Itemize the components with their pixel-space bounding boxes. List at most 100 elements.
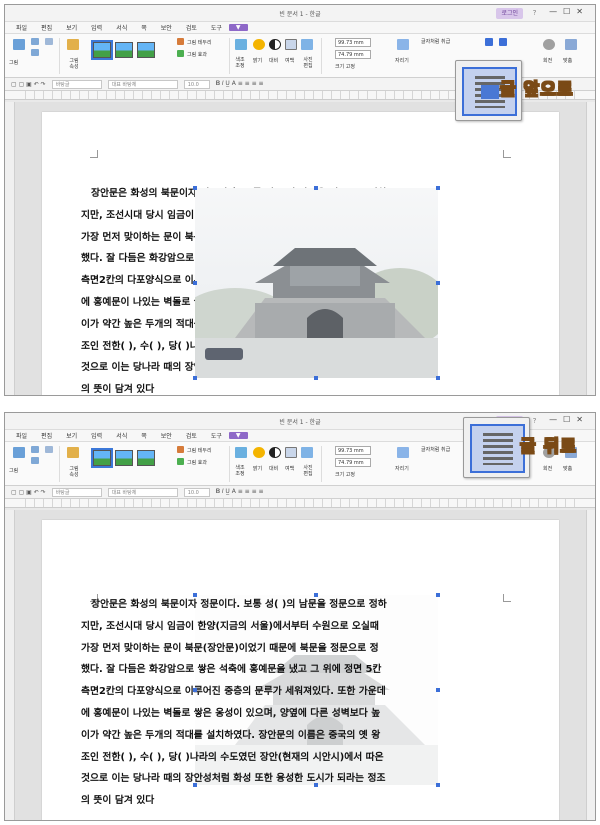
menu-page[interactable]: 쪽 bbox=[134, 431, 154, 440]
crop-icon[interactable] bbox=[45, 446, 53, 453]
picture-props-icon[interactable] bbox=[67, 39, 79, 50]
picture-style-2[interactable] bbox=[115, 450, 133, 466]
contrast-icon[interactable] bbox=[269, 447, 281, 458]
wrap-icon[interactable] bbox=[397, 447, 409, 458]
picture-border-icon[interactable] bbox=[177, 38, 184, 45]
menu-security[interactable]: 보안 bbox=[154, 431, 179, 440]
picture-effect-icon[interactable] bbox=[177, 50, 184, 57]
treat-as-char-label[interactable]: 글자처럼 취급 bbox=[421, 446, 450, 453]
width-field[interactable]: 99.73 mm bbox=[335, 446, 371, 455]
lock-ratio-label[interactable]: 크기 고정 bbox=[335, 63, 355, 70]
picture-style-1[interactable] bbox=[91, 448, 113, 468]
picture-small-icon-2[interactable] bbox=[31, 49, 39, 56]
vertical-scrollbar[interactable] bbox=[586, 510, 595, 820]
menu-picture-context-tab[interactable]: ▼ bbox=[228, 432, 248, 439]
vertical-ruler[interactable] bbox=[5, 510, 15, 820]
login-button[interactable]: 로그인 bbox=[496, 8, 523, 19]
style-box[interactable]: 바탕글 bbox=[51, 79, 102, 89]
menu-page[interactable]: 쪽 bbox=[134, 23, 154, 32]
picture-small-icon[interactable] bbox=[31, 38, 39, 45]
size-box[interactable]: 10.0 bbox=[183, 79, 210, 89]
rotate-label: 회전 bbox=[543, 466, 553, 472]
picture-border-label[interactable]: 그림 테두리 bbox=[187, 39, 212, 46]
margins-label: 여백 bbox=[285, 58, 295, 64]
behind-text-label: 글 뒤로 bbox=[520, 437, 577, 458]
contrast-icon[interactable] bbox=[269, 39, 281, 50]
size-box[interactable]: 10.0 bbox=[183, 487, 210, 497]
color-adjust-label: 색조 조정 bbox=[235, 57, 245, 69]
brightness-icon[interactable] bbox=[253, 39, 265, 50]
wrap-icon[interactable] bbox=[397, 39, 409, 50]
picture-border-icon[interactable] bbox=[177, 446, 184, 453]
color-adjust-icon[interactable] bbox=[235, 39, 247, 50]
picture-style-3[interactable] bbox=[137, 42, 155, 58]
menu-insert[interactable]: 입력 bbox=[84, 431, 109, 440]
menu-tools[interactable]: 도구 bbox=[204, 23, 229, 32]
margins-icon[interactable] bbox=[285, 39, 297, 50]
font-box[interactable]: 대표 바탕체 bbox=[107, 79, 178, 89]
menu-tools[interactable]: 도구 bbox=[204, 431, 229, 440]
toolbar-format-icons[interactable]: 𝐁 𝐼 U̲ A ≡ ≡ ≡ ≡ bbox=[216, 80, 264, 88]
picture-label: 그림 bbox=[9, 60, 19, 66]
picture-props-icon[interactable] bbox=[67, 447, 79, 458]
picture-effect-label[interactable]: 그림 효과 bbox=[187, 459, 207, 466]
height-field[interactable]: 74.79 mm bbox=[335, 50, 371, 59]
menu-view[interactable]: 보기 bbox=[59, 23, 84, 32]
lock-ratio-label[interactable]: 크기 고정 bbox=[335, 471, 355, 478]
brightness-label: 밝기 bbox=[253, 58, 263, 64]
menu-picture-context-tab[interactable]: ▼ bbox=[228, 24, 248, 31]
title-bar: 빈 문서 1 - 한글 ⇄ ✥ ？ 로그인 —☐✕ bbox=[5, 5, 595, 22]
contrast-label: 대비 bbox=[269, 466, 279, 472]
picture-effect-icon[interactable] bbox=[177, 458, 184, 465]
brightness-icon[interactable] bbox=[253, 447, 265, 458]
menu-format[interactable]: 서식 bbox=[109, 431, 134, 440]
picture-small-icon[interactable] bbox=[31, 446, 39, 453]
picture-icon[interactable] bbox=[13, 39, 25, 50]
color-adjust-icon[interactable] bbox=[235, 447, 247, 458]
picture-effect-label[interactable]: 그림 효과 bbox=[187, 51, 207, 58]
menu-file[interactable]: 파일 bbox=[9, 23, 34, 32]
menu-review[interactable]: 검토 bbox=[179, 431, 204, 440]
treat-as-char-label[interactable]: 글자처럼 취급 bbox=[421, 38, 450, 45]
picture-border-label[interactable]: 그림 테두리 bbox=[187, 447, 212, 454]
fortress-gate-photo[interactable] bbox=[195, 188, 438, 378]
picture-style-2[interactable] bbox=[115, 42, 133, 58]
crop-icon[interactable] bbox=[45, 38, 53, 45]
menu-view[interactable]: 보기 bbox=[59, 431, 84, 440]
picture-style-1[interactable] bbox=[91, 40, 113, 60]
style-box[interactable]: 바탕글 bbox=[51, 487, 102, 497]
menu-security[interactable]: 보안 bbox=[154, 23, 179, 32]
font-box[interactable]: 대표 바탕체 bbox=[107, 487, 178, 497]
menu-review[interactable]: 검토 bbox=[179, 23, 204, 32]
width-field[interactable]: 99.73 mm bbox=[335, 38, 371, 47]
vertical-ruler[interactable] bbox=[5, 102, 15, 395]
menu-edit[interactable]: 편집 bbox=[34, 431, 59, 440]
toolbar-quick-icons[interactable]: ▢ ▢ ▣ ↶ ↷ bbox=[11, 81, 46, 88]
photo-edit-icon[interactable] bbox=[301, 447, 313, 458]
rotate-icon[interactable] bbox=[543, 39, 555, 50]
picture-style-3[interactable] bbox=[137, 450, 155, 466]
menu-file[interactable]: 파일 bbox=[9, 431, 34, 440]
bring-forward-icon[interactable] bbox=[485, 38, 493, 46]
picture-props-label: 그림 속성 bbox=[69, 58, 79, 70]
photo-edit-icon[interactable] bbox=[301, 39, 313, 50]
margins-label: 여백 bbox=[285, 466, 295, 472]
toolbar-format-icons[interactable]: 𝐁 𝐼 U̲ A ≡ ≡ ≡ ≡ bbox=[216, 488, 264, 496]
margins-icon[interactable] bbox=[285, 447, 297, 458]
group-icon[interactable] bbox=[565, 39, 577, 50]
format-toolbar: ▢ ▢ ▣ ↶ ↷ 바탕글 대표 바탕체 10.0 𝐁 𝐼 U̲ A ≡ ≡ ≡… bbox=[5, 486, 595, 499]
window-controls[interactable]: —☐✕ bbox=[549, 7, 589, 16]
picture-small-icon-2[interactable] bbox=[31, 457, 39, 464]
picture-icon[interactable] bbox=[13, 447, 25, 458]
menu-edit[interactable]: 편집 bbox=[34, 23, 59, 32]
toolbar-quick-icons[interactable]: ▢ ▢ ▣ ↶ ↷ bbox=[11, 489, 46, 496]
send-backward-icon[interactable] bbox=[499, 38, 507, 46]
height-field[interactable]: 74.79 mm bbox=[335, 458, 371, 467]
contrast-label: 대비 bbox=[269, 58, 279, 64]
vertical-scrollbar[interactable] bbox=[586, 102, 595, 395]
menu-format[interactable]: 서식 bbox=[109, 23, 134, 32]
menu-insert[interactable]: 입력 bbox=[84, 23, 109, 32]
window-controls[interactable]: —☐✕ bbox=[549, 415, 589, 424]
horizontal-ruler[interactable] bbox=[5, 499, 595, 508]
document-body-text[interactable]: 장안문은 화성의 북문이자 정문이다. 보통 성( )의 남문을 정문으로 정하… bbox=[81, 594, 417, 812]
